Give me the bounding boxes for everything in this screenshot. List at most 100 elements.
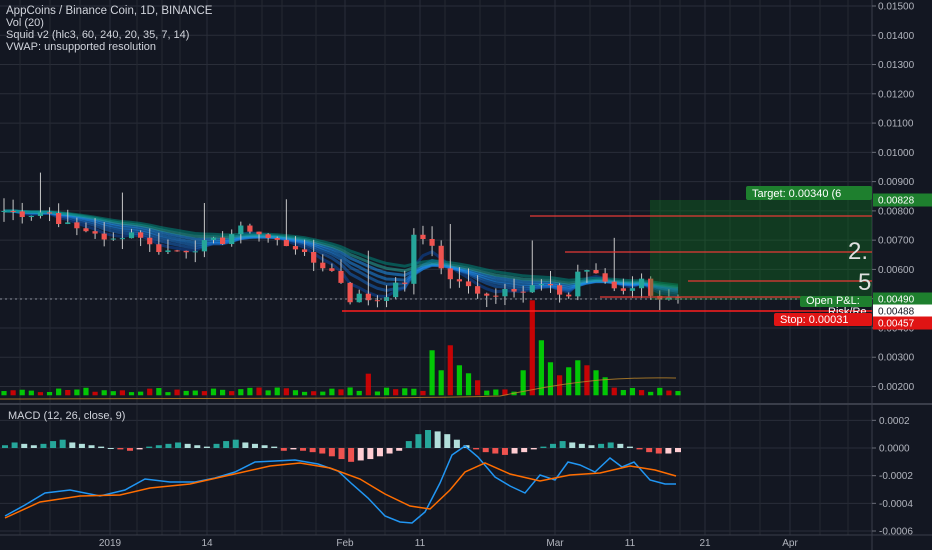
time-tick-label: Mar	[546, 538, 564, 549]
macd-histogram-bar	[598, 443, 605, 448]
volume-bar	[402, 388, 408, 396]
volume-bar	[347, 387, 353, 396]
volume-bar	[584, 365, 590, 396]
macd-legend[interactable]: MACD (12, 26, close, 9)	[8, 410, 125, 422]
macd-tick-label: -0.0002	[879, 471, 913, 482]
macd-histogram-bar	[607, 442, 614, 448]
candle-body	[147, 237, 153, 245]
macd-histogram-bar	[405, 441, 412, 448]
candle-body	[547, 284, 554, 286]
macd-histogram-bar	[338, 448, 345, 460]
macd-histogram-bar	[50, 441, 57, 448]
volume-bar	[475, 380, 481, 396]
macd-histogram-bar	[492, 448, 499, 454]
macd-histogram-bar	[290, 448, 297, 450]
target-label-text: Target: 0.00340 (6	[752, 188, 841, 200]
volume-bar	[356, 390, 362, 396]
candle-body	[156, 244, 162, 253]
candle-body	[265, 234, 271, 238]
candle-body	[520, 291, 526, 293]
volume-bar	[657, 387, 663, 396]
macd-histogram-bar	[453, 439, 460, 448]
price-tick-label: 0.00600	[878, 265, 915, 276]
macd-histogram-bar	[232, 439, 239, 448]
macd-histogram-bar	[271, 446, 278, 448]
volume-bar	[183, 390, 189, 396]
indicator-squid[interactable]: Squid v2 (hlc3, 60, 240, 20, 35, 7, 14)	[6, 29, 212, 41]
volume-bar	[648, 391, 654, 396]
price-marker-last: 0.00490	[873, 292, 932, 306]
price-tick-label: 0.00900	[878, 177, 915, 188]
volume-bar	[19, 389, 25, 396]
volume-bar	[265, 390, 271, 396]
indicator-volume[interactable]: Vol (20)	[6, 17, 212, 29]
volume-bar	[484, 390, 490, 396]
candle-body	[638, 278, 645, 289]
macd-histogram-bar	[376, 448, 383, 457]
volume-bar	[338, 389, 344, 396]
candle-body	[101, 233, 107, 240]
candle-body	[65, 222, 71, 224]
candle-body	[56, 213, 62, 224]
macd-histogram-bar	[655, 448, 662, 454]
price-marker-target: 0.00828	[873, 193, 932, 207]
price-tick-label: 0.01100	[878, 119, 914, 130]
volume-bar	[593, 370, 599, 396]
candle-body	[611, 281, 617, 289]
volume-bar	[529, 300, 535, 396]
volume-bar	[666, 390, 672, 396]
candle-body	[201, 240, 207, 252]
macd-histogram-bar	[425, 430, 432, 448]
time-tick-label: 11	[415, 538, 426, 549]
macd-histogram-bar	[675, 448, 681, 453]
volume-bar	[147, 388, 153, 396]
macd-histogram-bar	[69, 442, 76, 448]
candle-body	[311, 252, 317, 263]
candle-body	[356, 293, 362, 303]
volume-bar	[174, 389, 180, 396]
macd-histogram-bar	[550, 443, 557, 448]
candle-body	[210, 237, 217, 241]
macd-histogram-bar	[165, 443, 172, 448]
volume-bar	[620, 390, 626, 396]
price-marker-text: 0.00490	[878, 295, 915, 306]
volume-bar	[329, 388, 335, 396]
macd-histogram-bar	[98, 446, 105, 448]
chart-legend: AppCoins / Binance Coin, 1D, BINANCE Vol…	[6, 5, 212, 53]
price-tick-label: 0.01200	[878, 89, 915, 100]
volume-bar	[547, 362, 554, 396]
macd-histogram-bar	[223, 441, 230, 448]
candle-body	[247, 225, 253, 232]
macd-histogram-bar	[569, 442, 576, 448]
macd-histogram-bar	[11, 442, 18, 448]
macd-histogram-bar	[636, 448, 643, 450]
time-tick-label: Apr	[782, 538, 798, 549]
volume-bar	[110, 391, 116, 396]
price-tick-label: 0.00300	[878, 353, 915, 364]
candle-body	[538, 284, 544, 286]
candle-body	[28, 215, 34, 218]
indicator-vwap[interactable]: VWAP: unsupported resolution	[6, 41, 212, 53]
price-chart[interactable]: 2.5Target: 0.00340 (6Open P&L:Risk/ReSto…	[0, 0, 932, 550]
macd-histogram-bar	[300, 448, 307, 451]
price-marker-text: 0.00828	[878, 196, 915, 207]
volume-bar	[311, 391, 317, 396]
symbol-title[interactable]: AppCoins / Binance Coin, 1D, BINANCE	[6, 5, 212, 17]
macd-histogram-bar	[521, 448, 528, 453]
macd-histogram-bar	[434, 431, 441, 448]
price-tick-label: 0.01000	[878, 148, 915, 159]
macd-histogram-bar	[511, 448, 518, 454]
volume-bar	[74, 389, 80, 396]
macd-histogram-bar	[88, 445, 95, 448]
candle-body	[484, 293, 490, 296]
candle-body	[629, 288, 636, 291]
macd-histogram-bar	[501, 448, 508, 455]
price-marker-text: 0.00488	[878, 307, 915, 318]
volume-bar	[274, 387, 280, 396]
macd-histogram-bar	[646, 448, 653, 453]
volume-bar	[411, 388, 417, 396]
volume-bar	[292, 390, 299, 396]
candle-body	[447, 268, 453, 280]
macd-histogram-bar	[530, 448, 537, 450]
price-marker-stop: 0.00457	[873, 316, 932, 330]
